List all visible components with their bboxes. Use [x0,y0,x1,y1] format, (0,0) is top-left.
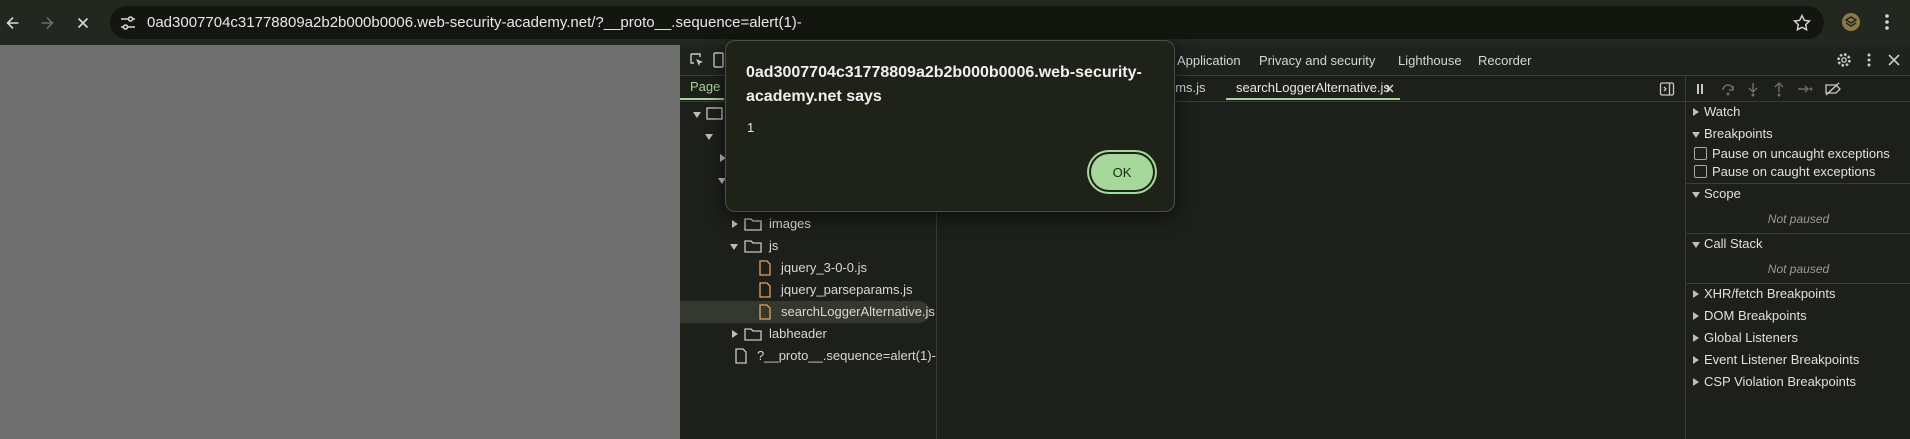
star-icon[interactable] [1792,13,1812,33]
call-stack-status: Not paused [1767,262,1830,276]
chevron-right-icon [1693,108,1699,116]
chevron-right-icon [732,330,738,338]
section-scope[interactable]: Scope [1686,183,1910,205]
active-file-indicator [1226,98,1400,100]
page-viewport [0,45,680,439]
pause-icon[interactable] [1694,81,1710,97]
checkbox[interactable] [1694,147,1707,160]
tab-application[interactable]: Application [1177,53,1241,68]
active-tab-indicator [680,98,724,100]
extension-icon[interactable] [1840,11,1862,33]
chevron-right-icon [1693,378,1699,386]
tree-label: searchLoggerAlternative.js [781,304,935,319]
section-label: Scope [1704,186,1741,201]
section-breakpoints[interactable]: Breakpoints [1686,123,1910,145]
tab-lighthouse[interactable]: Lighthouse [1398,53,1462,68]
ok-button[interactable]: OK [1091,154,1153,190]
step-out-icon[interactable] [1771,81,1787,97]
close-tab-icon[interactable] [1384,83,1395,94]
folder-icon [744,240,762,253]
step-into-icon[interactable] [1745,81,1761,97]
arrow-right-icon [41,17,54,29]
section-csp-breakpoints[interactable]: CSP Violation Breakpoints [1686,371,1910,393]
section-label: Breakpoints [1704,126,1773,141]
tree-label: labheader [769,326,827,341]
tune-icon[interactable] [118,13,138,33]
kebab-icon[interactable] [1860,51,1878,69]
chevron-right-icon [1693,312,1699,320]
chevron-down-icon [705,134,713,140]
debugger-sidebar: Watch Breakpoints Pause on uncaught exce… [1685,76,1910,439]
checkbox-label: Pause on caught exceptions [1712,164,1876,179]
tree-folder-images[interactable]: images [680,213,936,235]
forward-button[interactable] [34,10,60,36]
section-label: DOM Breakpoints [1704,308,1807,323]
tree-folder-labheader[interactable]: labheader [680,323,936,345]
section-label: CSP Violation Breakpoints [1704,374,1857,389]
section-global-listeners[interactable]: Global Listeners [1686,327,1910,349]
folder-icon [744,328,762,341]
gear-icon[interactable] [1835,51,1853,69]
tree-label: images [769,216,811,231]
dialog-title: 0ad3007704c31778809a2b2b000b0006.web-sec… [746,64,1142,105]
stop-loading-button[interactable] [70,10,96,36]
step-icon[interactable] [1796,81,1814,97]
section-watch[interactable]: Watch [1686,101,1910,123]
section-dom-breakpoints[interactable]: DOM Breakpoints [1686,305,1910,327]
document-icon [735,348,747,364]
chevron-right-icon [1693,356,1699,364]
tree-label: ?__proto__.sequence=alert(1)- [757,348,936,363]
chevron-right-icon [1693,290,1699,298]
tab-privacy-security[interactable]: Privacy and security [1259,53,1375,68]
browser-toolbar: 0ad3007704c31778809a2b2b000b0006.web-sec… [0,0,1910,45]
section-label: XHR/fetch Breakpoints [1704,286,1836,301]
tree-file-searchlogger[interactable]: searchLoggerAlternative.js [680,301,935,323]
tree-label: jquery_3-0-0.js [781,260,867,275]
tree-file-parseparams[interactable]: jquery_parseparams.js [680,279,936,301]
url-text[interactable]: 0ad3007704c31778809a2b2b000b0006.web-sec… [147,14,802,31]
tab-page[interactable]: Page [690,79,720,94]
chevron-down-icon [1692,132,1700,138]
tree-file-jquery[interactable]: jquery_3-0-0.js [680,257,936,279]
section-label: Watch [1704,104,1741,119]
tree-folder-js[interactable]: js [680,235,936,257]
alert-dialog: 0ad3007704c31778809a2b2b000b0006.web-sec… [725,40,1175,212]
address-bar[interactable]: 0ad3007704c31778809a2b2b000b0006.web-sec… [110,6,1824,39]
arrow-left-icon [6,17,19,29]
chevron-down-icon [730,244,738,250]
tree-label: jquery_parseparams.js [781,282,913,297]
file-tab-searchlogger[interactable]: searchLoggerAlternative.js [1236,80,1390,95]
close-icon[interactable] [1885,51,1903,69]
chevron-right-icon [1693,334,1699,342]
checkbox[interactable] [1694,165,1707,178]
section-call-stack[interactable]: Call Stack [1686,233,1910,255]
js-file-icon [759,304,771,320]
toggle-sidebar-icon[interactable] [1659,81,1675,97]
section-label: Call Stack [1704,236,1763,251]
deactivate-breakpoints-icon[interactable] [1824,81,1842,97]
back-button[interactable] [0,10,26,36]
tree-label: js [769,238,779,253]
kebab-icon[interactable] [1876,11,1898,33]
chevron-right-icon [732,220,738,228]
section-label: Event Listener Breakpoints [1704,352,1860,367]
checkbox-label: Pause on uncaught exceptions [1712,146,1890,161]
close-icon [77,17,89,29]
section-xhr-breakpoints[interactable]: XHR/fetch Breakpoints [1686,283,1910,305]
js-file-icon [759,282,771,298]
tab-recorder[interactable]: Recorder [1478,53,1531,68]
section-label: Global Listeners [1704,330,1798,345]
chevron-down-icon [693,112,701,118]
folder-icon [744,218,762,231]
dialog-message: 1 [747,120,755,135]
tree-document[interactable]: ?__proto__.sequence=alert(1)- [680,345,936,367]
chevron-down-icon [1692,242,1700,248]
scope-status: Not paused [1767,212,1830,226]
section-event-listener-breakpoints[interactable]: Event Listener Breakpoints [1686,349,1910,371]
inspect-element-icon[interactable] [688,51,706,69]
chevron-down-icon [1692,192,1700,198]
window-icon [706,107,723,120]
step-over-icon[interactable] [1720,81,1736,97]
js-file-icon [759,260,771,276]
